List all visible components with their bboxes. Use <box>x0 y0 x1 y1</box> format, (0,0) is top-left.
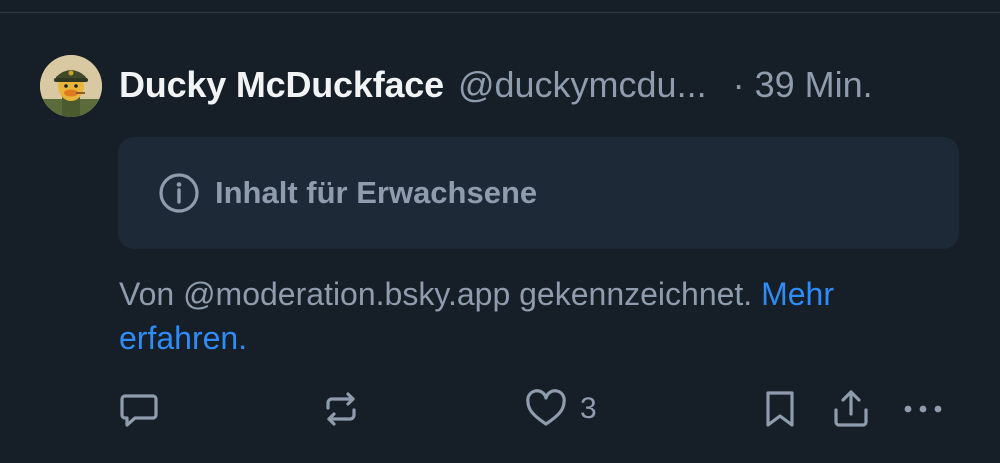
repost-button[interactable] <box>320 386 362 432</box>
post[interactable]: Ducky McDuckface @duckymcdu... · 39 Min.… <box>0 0 1000 463</box>
separator-dot: · <box>732 64 745 105</box>
repost-icon <box>320 388 362 430</box>
share-icon <box>830 388 872 430</box>
more-icon <box>902 388 944 430</box>
content-warning-label: Inhalt für Erwachsene <box>215 175 538 210</box>
reply-button[interactable] <box>118 386 160 432</box>
divider <box>0 12 1000 13</box>
share-button[interactable] <box>830 386 872 432</box>
like-button[interactable]: 3 <box>524 386 597 432</box>
heart-icon <box>524 388 568 430</box>
moderation-note-text: Von @moderation.bsky.app gekennzeichnet. <box>119 276 762 312</box>
bookmark-button[interactable] <box>760 386 800 432</box>
like-count: 3 <box>580 392 597 425</box>
reply-icon <box>118 388 160 430</box>
post-header: Ducky McDuckface @duckymcdu... · 39 Min. <box>119 62 964 108</box>
content-warning-button[interactable]: Inhalt für Erwachsene <box>118 137 959 249</box>
author-handle[interactable]: @duckymcdu... <box>458 64 707 106</box>
post-timestamp[interactable]: 39 Min. <box>755 64 873 106</box>
more-options-button[interactable] <box>902 386 944 432</box>
moderation-note: Von @moderation.bsky.app gekennzeichnet.… <box>119 272 959 360</box>
avatar-image <box>40 55 102 117</box>
bookmark-icon <box>760 388 800 430</box>
avatar[interactable] <box>40 55 102 117</box>
author-display-name[interactable]: Ducky McDuckface <box>119 64 444 106</box>
info-icon <box>158 172 200 214</box>
